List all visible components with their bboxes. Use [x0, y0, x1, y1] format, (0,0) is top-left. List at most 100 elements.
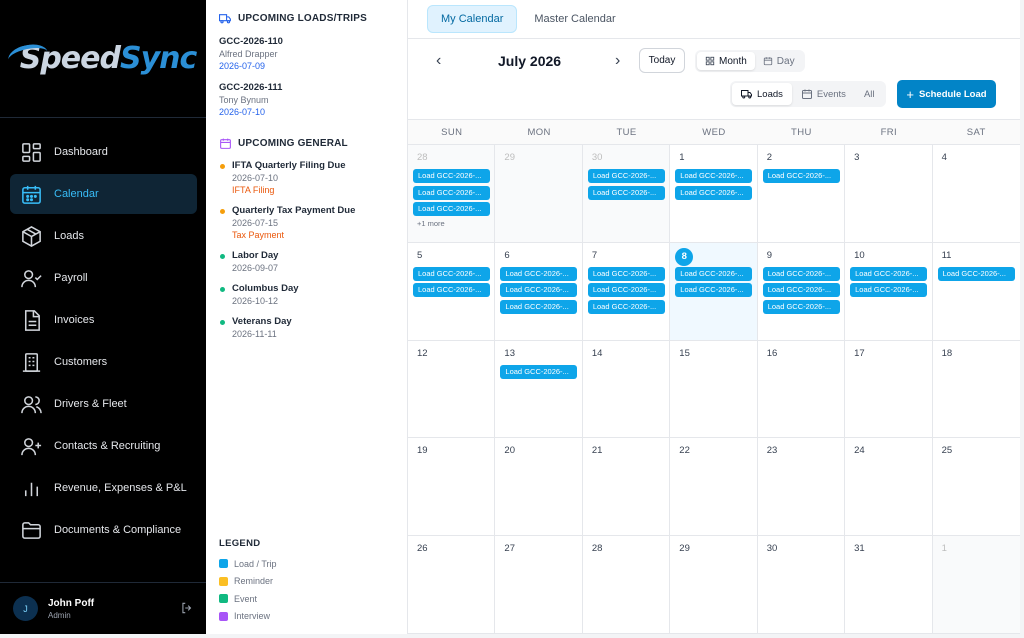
day-cell[interactable]: 2 Load GCC-2026-...	[757, 145, 846, 243]
sidebar-item-drivers-fleet[interactable]: Drivers & Fleet	[10, 384, 197, 424]
load-event[interactable]: Load GCC-2026-...	[850, 266, 928, 281]
load-event[interactable]: Load GCC-2026-...	[413, 185, 490, 200]
load-event[interactable]: Load GCC-2026-...	[413, 169, 490, 183]
sidebar-item-revenue[interactable]: Revenue, Expenses & P&L	[10, 468, 197, 508]
day-cell[interactable]: 7 Load GCC-2026-... Load GCC-2026-... Load …	[582, 242, 671, 341]
legend-label: Reminder	[234, 576, 274, 587]
view-toggle: Month Day	[695, 50, 805, 72]
filter-events-button[interactable]: Events	[792, 83, 855, 105]
sidebar-item-dashboard[interactable]: Dashboard	[10, 132, 197, 172]
load-event[interactable]: Load GCC-2026-...	[762, 283, 840, 298]
general-item[interactable]: Veterans Day 2026-11-11	[219, 316, 407, 339]
next-month-button[interactable]: ›	[615, 52, 620, 70]
day-cell[interactable]: 13 Load GCC-2026-...	[495, 340, 583, 439]
sidebar-item-payroll[interactable]: Payroll	[10, 258, 197, 298]
load-event[interactable]: Load GCC-2026-...	[500, 299, 578, 314]
upcoming-load-item[interactable]: GCC-2026-111 Tony Bynum 2026-07-10	[219, 82, 407, 117]
day-cell[interactable]: 15	[670, 340, 758, 439]
calendar-tabs: My Calendar Master Calendar	[408, 0, 1020, 39]
day-number: 30	[766, 543, 778, 555]
load-event[interactable]: Load GCC-2026-...	[762, 169, 840, 183]
day-cell[interactable]: 3	[845, 145, 933, 243]
day-cell[interactable]: 25	[932, 438, 1020, 537]
day-cell[interactable]: 1	[932, 536, 1020, 634]
more-events-link[interactable]: +1 more	[413, 219, 489, 228]
day-cell[interactable]: 29	[670, 536, 758, 634]
load-event[interactable]: Load GCC-2026-...	[413, 283, 490, 298]
day-cell[interactable]: 18	[932, 341, 1020, 439]
day-cell[interactable]: 24	[845, 438, 933, 537]
day-cell[interactable]: 27	[495, 536, 583, 634]
day-cell[interactable]: 28 Load GCC-2026-... Load GCC-2026-... Load…	[408, 145, 496, 243]
load-event[interactable]: Load GCC-2026-...	[500, 283, 578, 298]
general-item[interactable]: Columbus Day 2026-10-12	[219, 283, 407, 306]
general-title: Columbus Day	[232, 283, 299, 294]
day-cell[interactable]: 30	[757, 536, 846, 634]
day-cell[interactable]: 4	[932, 145, 1020, 243]
view-day-button[interactable]: Day	[755, 52, 803, 70]
day-cell[interactable]: 22	[670, 438, 758, 537]
day-cell[interactable]: 23	[757, 438, 846, 537]
load-event[interactable]: Load GCC-2026-...	[762, 266, 840, 281]
load-event[interactable]: Load GCC-2026-...	[675, 185, 753, 200]
day-cell[interactable]: 19	[408, 438, 496, 537]
sidebar-item-loads[interactable]: Loads	[10, 216, 197, 256]
sidebar-item-label: Customers	[54, 356, 108, 368]
day-cell[interactable]: 8 Load GCC-2026-... Load GCC-2026-...	[670, 242, 758, 341]
day-cell[interactable]: 30 Load GCC-2026-... Load GCC-2026-...	[582, 145, 671, 243]
load-event[interactable]: Load GCC-2026-...	[587, 169, 665, 183]
load-event[interactable]: Load GCC-2026-...	[587, 266, 665, 281]
load-event[interactable]: Load GCC-2026-...	[587, 299, 665, 314]
tab-master-calendar[interactable]: Master Calendar	[521, 6, 628, 32]
day-cell[interactable]: 26	[408, 536, 496, 634]
load-event[interactable]: Load GCC-2026-...	[937, 266, 1015, 281]
sidebar-item-documents[interactable]: Documents & Compliance	[10, 510, 197, 550]
day-cell[interactable]: 16	[757, 340, 846, 439]
load-event[interactable]: Load GCC-2026-...	[675, 266, 753, 281]
day-cell[interactable]: 1 Load GCC-2026-... Load GCC-2026-...	[670, 145, 758, 243]
day-cell[interactable]: 14	[582, 340, 671, 439]
general-item[interactable]: Quarterly Tax Payment Due 2026-07-15 Tax…	[219, 205, 407, 240]
day-cell[interactable]: 21	[582, 438, 671, 537]
upcoming-loads-header: UPCOMING LOADS/TRIPS	[219, 12, 407, 25]
general-item[interactable]: Labor Day 2026-09-07	[219, 250, 407, 273]
day-cell[interactable]: 6 Load GCC-2026-... Load GCC-2026-... Load …	[495, 242, 583, 341]
today-button[interactable]: Today	[639, 48, 685, 73]
sidebar-item-customers[interactable]: Customers	[10, 342, 197, 382]
day-cell[interactable]: 5 Load GCC-2026-... Load GCC-2026-...	[408, 242, 496, 341]
day-cell[interactable]: 28	[582, 536, 671, 634]
general-item[interactable]: IFTA Quarterly Filing Due 2026-07-10 IFT…	[219, 160, 407, 195]
sidebar-item-invoices[interactable]: Invoices	[10, 300, 197, 340]
day-cell[interactable]: 17	[845, 340, 933, 439]
load-event[interactable]: Load GCC-2026-...	[587, 185, 665, 200]
load-event[interactable]: Load GCC-2026-...	[500, 266, 578, 281]
day-cell[interactable]: 10 Load GCC-2026-... Load GCC-2026-...	[845, 242, 933, 341]
load-event[interactable]: Load GCC-2026-...	[850, 283, 928, 298]
schedule-load-button[interactable]: + Schedule Load	[897, 80, 996, 108]
sidebar-item-calendar[interactable]: Calendar	[10, 174, 197, 214]
filter-loads-button[interactable]: Loads	[732, 83, 792, 105]
load-event[interactable]: Load GCC-2026-...	[413, 202, 490, 216]
day-cell[interactable]: 9 Load GCC-2026-... Load GCC-2026-... Load …	[757, 242, 846, 341]
load-event[interactable]: Load GCC-2026-...	[500, 364, 578, 379]
load-event[interactable]: Load GCC-2026-...	[762, 299, 840, 314]
sidebar-item-contacts-recruiting[interactable]: Contacts & Recruiting	[10, 426, 197, 466]
day-cell[interactable]: 20	[495, 438, 583, 537]
filter-all-button[interactable]: All	[855, 83, 884, 105]
prev-month-button[interactable]: ‹	[436, 52, 441, 70]
logo[interactable]: SpeedSync	[0, 0, 206, 118]
load-event[interactable]: Load GCC-2026-...	[675, 169, 753, 183]
user-profile[interactable]: J John Poff Admin	[0, 582, 206, 634]
upcoming-load-item[interactable]: GCC-2026-110 Alfred Drapper 2026-07-09	[219, 36, 407, 71]
tab-my-calendar[interactable]: My Calendar	[427, 5, 518, 33]
logout-icon[interactable]	[180, 601, 194, 615]
load-event[interactable]: Load GCC-2026-...	[587, 283, 665, 298]
day-cell[interactable]: 29	[495, 145, 583, 243]
load-event[interactable]: Load GCC-2026-...	[675, 283, 753, 298]
day-cell[interactable]: 11 Load GCC-2026-...	[932, 243, 1020, 341]
view-month-button[interactable]: Month	[697, 52, 755, 70]
sidebar-item-label: Calendar	[54, 188, 99, 200]
load-event[interactable]: Load GCC-2026-...	[413, 266, 490, 281]
day-cell[interactable]: 12	[408, 340, 496, 439]
day-cell[interactable]: 31	[845, 536, 933, 634]
